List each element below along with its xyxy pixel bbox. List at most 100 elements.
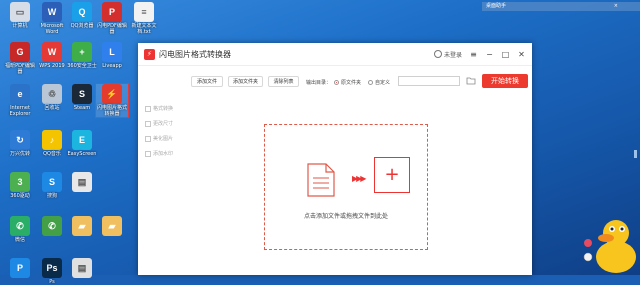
desktop-icon[interactable]: P (4, 258, 36, 279)
desktop-icon-label: QQ音乐 (43, 151, 61, 157)
close-button[interactable]: ✕ (517, 50, 526, 59)
desktop-icon[interactable]: S 搜狗 (36, 172, 68, 199)
desktop-icon[interactable]: Q QQ浏览器 (66, 2, 98, 29)
desktop-icon[interactable]: P 闪电PDF编辑器 (96, 2, 128, 35)
add-file-button[interactable]: 添加文件 (191, 76, 223, 87)
desktop-icon[interactable]: ▤ (66, 258, 98, 279)
desktop-icon-image: 3 (10, 172, 30, 192)
side-menu-item[interactable]: 美化图片 (145, 131, 185, 146)
menu-icon[interactable]: ≡ (469, 50, 478, 59)
desktop-icon[interactable]: e Internet Explorer (4, 84, 36, 117)
desktop-icon[interactable]: ✆ 微信 (4, 216, 36, 243)
radio-custom-folder[interactable]: 自定义 (368, 79, 390, 86)
desktop-icon[interactable]: Ps Ps (36, 258, 68, 285)
desktop-icon-image: + (72, 42, 92, 62)
desktop-icon-label: Liveapp (102, 63, 122, 69)
desktop-icon-image: ✆ (10, 216, 30, 236)
desktop-icon-label: 搜狗 (46, 193, 57, 199)
desktop-icon-label: Microsoft Word (40, 23, 64, 35)
add-folder-button[interactable]: 添加文件夹 (228, 76, 263, 87)
desktop-icon-image: W (42, 42, 62, 62)
close-icon[interactable]: × (614, 2, 618, 11)
desktop-icon-image: e (10, 84, 30, 104)
desktop-icon[interactable]: ⚡ 闪电图片格式转换器 (95, 83, 129, 118)
desktop-icon[interactable]: ▤ (66, 172, 98, 193)
desktop-icon[interactable]: G 福昕PDF编辑器 (4, 42, 36, 75)
desktop-assistant-label: 桌面助手 (486, 3, 507, 9)
desktop-icon-label: WPS 2019 (39, 63, 65, 69)
side-menu-label: 格式转换 (153, 106, 174, 112)
output-path-input[interactable] (398, 76, 460, 86)
radio-dot-selected[interactable] (334, 80, 339, 85)
desktop-icon-image: P (10, 258, 30, 278)
user-icon (433, 50, 442, 58)
minimize-button[interactable]: − (485, 50, 494, 59)
desktop-icon[interactable]: ▰ (66, 216, 98, 237)
desktop-icon[interactable]: W WPS 2019 (36, 42, 68, 69)
clear-list-button[interactable]: 清除列表 (268, 76, 299, 87)
desktop-icon[interactable]: 3 360驱动 (4, 172, 36, 199)
desktop-icon-label: Steam (73, 105, 91, 111)
desktop-icon-label: 360安全卫士 (67, 63, 97, 69)
desktop-icon-label: 计算机 (12, 23, 28, 29)
desktop-icon-label: 万兴优转 (9, 151, 30, 157)
desktop-icon[interactable]: ♪ QQ音乐 (36, 130, 68, 157)
document-icon (307, 163, 335, 197)
menu-item-icon (145, 120, 151, 127)
desktop-icon-image: G (10, 42, 30, 62)
folder-icon[interactable] (466, 76, 476, 85)
radio-dot[interactable] (368, 80, 373, 85)
side-menu-label: 更改尺寸 (153, 121, 174, 127)
desktop-icon[interactable]: ↻ 万兴优转 (4, 130, 36, 157)
duck-mascot-icon[interactable] (582, 213, 640, 275)
desktop-icon[interactable]: W Microsoft Word (36, 2, 68, 35)
desktop-icon-label: Internet Explorer (9, 105, 31, 117)
side-menu-label: 添加水印 (153, 151, 174, 157)
desktop-icon-label: 微信 (14, 237, 25, 243)
desktop-icon[interactable]: ♲ 回收站 (36, 84, 68, 111)
desktop-icon-image: ♪ (42, 130, 62, 150)
side-menu-item[interactable]: 格式转换 (145, 101, 185, 116)
desktop-icon-image: W (42, 2, 62, 22)
desktop-icon-image: ≡ (134, 2, 154, 22)
add-file-plus-button[interactable]: + (374, 157, 410, 193)
side-menu-item[interactable]: 更改尺寸 (145, 116, 185, 131)
side-menu-item[interactable]: 添加水印 (145, 146, 185, 161)
start-convert-button[interactable]: 开始转换 (482, 74, 528, 88)
desktop-icon-image: E (72, 130, 92, 150)
window-titlebar[interactable]: ⚡ 闪电图片格式转换器 未登录 ≡ − □ ✕ (138, 43, 532, 66)
desktop-icon[interactable]: S Steam (66, 84, 98, 111)
plus-icon: + (384, 164, 400, 185)
window-title: 闪电图片格式转换器 (159, 49, 231, 59)
desktop-icon[interactable]: ✆ (36, 216, 68, 237)
radio-original-folder[interactable]: 原文件夹 (334, 79, 361, 86)
desktop-icon-label: 闪电图片格式转换器 (96, 105, 127, 117)
login-status-label: 未登录 (443, 51, 462, 59)
login-status[interactable]: 未登录 (433, 50, 462, 59)
desktop-icon-label: 福昕PDF编辑器 (5, 63, 35, 75)
desktop-icon-label: 360驱动 (10, 193, 30, 199)
desktop-icon-image: L (102, 42, 122, 62)
desktop-icon[interactable]: E EasyScreen (66, 130, 98, 157)
arrow-right-icon: ▶▶▶ (352, 174, 367, 183)
maximize-button[interactable]: □ (501, 50, 510, 59)
desktop-icon[interactable]: ▭ 计算机 (4, 2, 36, 29)
desktop-icon-image: ⚡ (102, 84, 122, 104)
desktop-icon-image: ▤ (72, 258, 92, 278)
desktop-icon-label: 回收站 (44, 105, 60, 111)
desktop-icon[interactable]: ▰ (96, 216, 128, 237)
desktop-icon-label: EasyScreen (67, 151, 97, 157)
menu-item-icon (145, 135, 151, 142)
output-dir-label: 输出目录： (306, 80, 332, 86)
desktop-assistant-bar[interactable]: 桌面助手 × (482, 2, 640, 11)
desktop-icon[interactable]: +360安全卫士 (66, 42, 98, 69)
desktop-icon-image: S (42, 172, 62, 192)
desktop-icon-label: 新建文本文档.txt (131, 23, 157, 35)
desktop-icon[interactable]: L Liveapp (96, 42, 128, 69)
desktop-icon-image: ▭ (10, 2, 30, 22)
radio-original-label: 原文件夹 (341, 80, 362, 86)
desktop-icon-image: S (72, 84, 92, 104)
desktop-icon-image: ▰ (72, 216, 92, 236)
desktop-icon-image: P (102, 2, 122, 22)
desktop-icon[interactable]: ≡ 新建文本文档.txt (128, 2, 160, 35)
